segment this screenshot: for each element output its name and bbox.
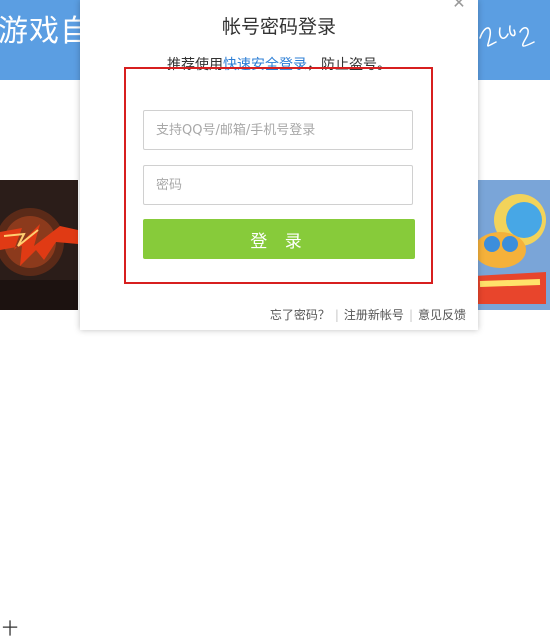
login-dialog: ✕ 帐号密码登录 推荐使用快速安全登录，防止盗号。 登 录 忘了密码？|注册新帐… <box>80 0 478 330</box>
subtitle-suffix: ，防止盗号。 <box>307 57 391 73</box>
game-thumbnail-left[interactable] <box>0 180 78 310</box>
game-artwork-left-icon <box>0 180 78 310</box>
footer-links: 忘了密码？ | 注册新帐号 | 意见反馈 <box>80 306 478 323</box>
login-title: 帐号密码登录 <box>221 16 336 38</box>
quick-login-link[interactable]: 快速安全登录 <box>223 57 307 73</box>
link-divider: | <box>334 308 339 322</box>
forgot-password-link[interactable]: 忘了密码？ <box>270 308 330 322</box>
subtitle-prefix: 推荐使用 <box>167 57 223 73</box>
background-footer-glyph: 十 <box>2 619 19 638</box>
game-thumbnail-right[interactable] <box>470 180 550 310</box>
link-divider: | <box>408 308 413 322</box>
game-artwork-right-icon <box>470 180 550 310</box>
login-button[interactable]: 登 录 <box>143 219 415 259</box>
signature-logo-icon <box>479 25 535 47</box>
feedback-link[interactable]: 意见反馈 <box>418 308 466 322</box>
password-input[interactable] <box>143 165 413 205</box>
login-subtitle: 推荐使用快速安全登录，防止盗号。 <box>80 54 478 74</box>
register-link[interactable]: 注册新帐号 <box>344 308 404 322</box>
account-input[interactable] <box>143 110 413 150</box>
